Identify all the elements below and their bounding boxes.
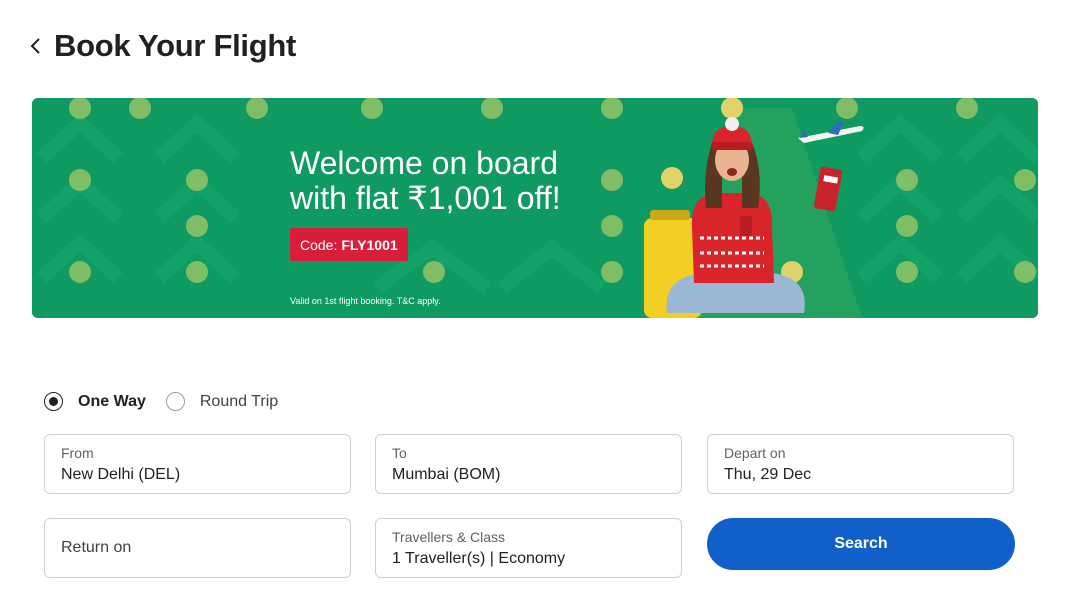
radio-checked-icon xyxy=(44,392,63,411)
one-way-label: One Way xyxy=(78,392,146,410)
depart-field[interactable]: Depart on Thu, 29 Dec xyxy=(707,434,1014,494)
traveller-illustration xyxy=(644,98,864,318)
to-field[interactable]: To Mumbai (BOM) xyxy=(375,434,682,494)
page-title: Book Your Flight xyxy=(54,28,297,63)
round-trip-label: Round Trip xyxy=(199,392,279,410)
to-value: Mumbai (BOM) xyxy=(392,466,501,483)
from-value: New Delhi (DEL) xyxy=(61,466,181,483)
promo-banner[interactable]: Welcome on board with flat ₹1,001 off! C… xyxy=(32,98,1038,318)
promo-code-value: FLY1001 xyxy=(341,236,398,253)
round-trip-radio[interactable]: Round Trip xyxy=(165,392,279,411)
from-label: From xyxy=(61,445,94,461)
search-button[interactable]: Search xyxy=(707,518,1015,570)
from-field[interactable]: From New Delhi (DEL) xyxy=(44,434,351,494)
depart-label: Depart on xyxy=(724,445,786,461)
to-label: To xyxy=(392,445,407,461)
one-way-radio[interactable]: One Way xyxy=(44,392,146,411)
depart-value: Thu, 29 Dec xyxy=(724,466,812,483)
headline-line-2: with flat ₹1,001 off! xyxy=(290,180,561,216)
return-placeholder: Return on xyxy=(61,539,132,556)
banner-headline: Welcome on board with flat ₹1,001 off! xyxy=(290,146,561,216)
back-button[interactable] xyxy=(30,28,46,64)
headline-line-1: Welcome on board xyxy=(290,145,558,181)
trip-type-selector: One Way Round Trip xyxy=(44,392,298,411)
page-header: Book Your Flight xyxy=(30,28,296,64)
travellers-class-field[interactable]: Travellers & Class 1 Traveller(s) | Econ… xyxy=(375,518,682,578)
banner-fine-print: Valid on 1st flight booking. T&C apply. xyxy=(290,296,441,306)
chevron-left-icon xyxy=(30,38,40,54)
promo-code-badge: Code: FLY1001 xyxy=(290,228,408,261)
travellers-label: Travellers & Class xyxy=(392,529,506,545)
return-field[interactable]: Return on xyxy=(44,518,351,578)
promo-code-label: Code: xyxy=(300,236,338,253)
radio-unchecked-icon xyxy=(165,392,185,411)
travellers-value: 1 Traveller(s) | Economy xyxy=(392,550,566,567)
